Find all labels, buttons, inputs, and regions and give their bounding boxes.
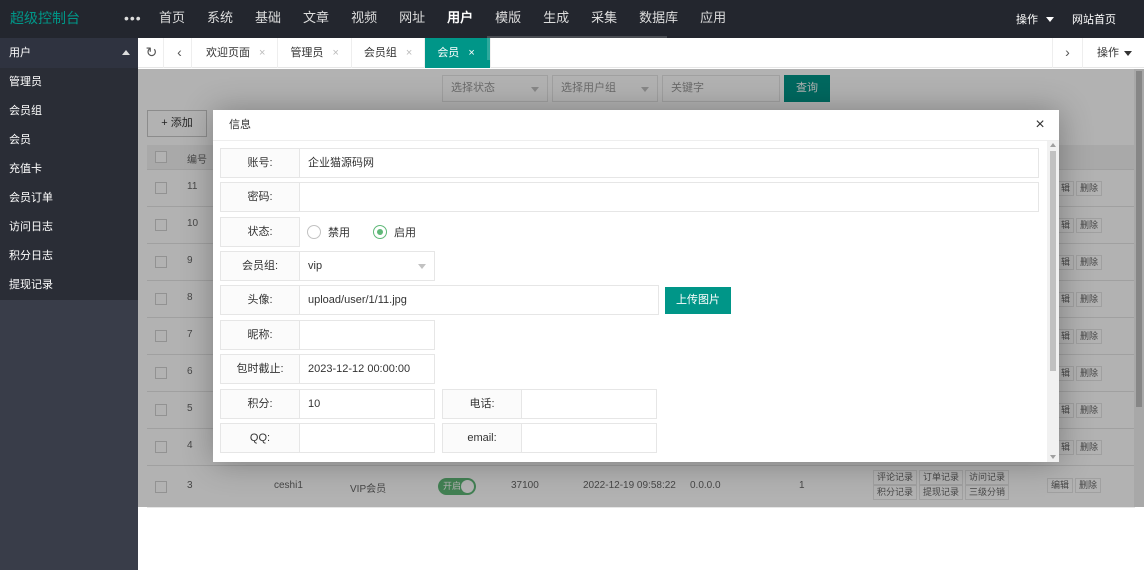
qq-input[interactable]	[299, 423, 435, 453]
tab-close-icon[interactable]: ×	[259, 47, 265, 59]
sidebar-section-user[interactable]: 用户	[0, 38, 138, 68]
scroll-up-icon[interactable]	[1050, 143, 1056, 147]
topnav-item-user[interactable]: 用户	[436, 0, 484, 38]
tab-label: 会员	[437, 47, 460, 59]
caret-down-icon	[418, 264, 426, 269]
site-home-link[interactable]: 网站首页	[1072, 11, 1144, 27]
expire-label: 包时截止:	[220, 354, 300, 384]
sidebar-item-member-order[interactable]: 会员订单	[0, 184, 138, 213]
password-input[interactable]	[299, 182, 1039, 212]
sidebar-item-member[interactable]: 会员	[0, 126, 138, 155]
tab-prev-icon[interactable]: ‹	[168, 38, 192, 68]
tab-label: 管理员	[290, 47, 324, 59]
sidebar-item-member-group[interactable]: 会员组	[0, 97, 138, 126]
topnav-item-generate[interactable]: 生成	[532, 0, 580, 38]
nickname-input[interactable]	[299, 320, 435, 350]
operations-label: 操作	[1016, 14, 1038, 26]
sidebar: 用户 管理员 会员组 会员 充值卡 会员订单 访问日志 积分日志 提现记录	[0, 38, 138, 570]
top-nav: 首页 系统 基础 文章 视频 网址 用户 模版 生成 采集 数据库 应用	[148, 0, 737, 38]
group-select[interactable]: vip	[299, 251, 435, 281]
radio-label: 禁用	[328, 227, 350, 239]
sidebar-item-visit-log[interactable]: 访问日志	[0, 213, 138, 242]
operations-menu[interactable]: 操作	[1016, 11, 1072, 27]
topnav-item-article[interactable]: 文章	[292, 0, 340, 38]
top-right: 操作 网站首页	[1016, 0, 1144, 38]
upload-image-button[interactable]: 上传图片	[665, 287, 731, 314]
group-select-value: vip	[308, 260, 323, 272]
radio-label: 启用	[394, 227, 416, 239]
radio-circle-checked	[373, 225, 387, 239]
fullscreen-toast: ↖ 517 ⊙ 1.2 Z 全屏提示	[487, 36, 667, 60]
phone-label: 电话:	[442, 389, 522, 419]
qq-label: QQ:	[220, 423, 300, 453]
app-logo[interactable]: 超级控制台	[10, 0, 80, 36]
caret-down-icon	[1046, 16, 1054, 22]
status-label: 状态:	[220, 217, 300, 247]
password-label: 密码:	[220, 182, 300, 212]
topnav-item-home[interactable]: 首页	[148, 0, 196, 38]
expire-input[interactable]: 2023-12-12 00:00:00	[299, 354, 435, 384]
sidebar-item-points-log[interactable]: 积分日志	[0, 242, 138, 271]
topnav-item-template[interactable]: 模版	[484, 0, 532, 38]
sidebar-section-label: 用户	[9, 47, 31, 59]
radio-circle	[307, 225, 321, 239]
topnav-item-basic[interactable]: 基础	[244, 0, 292, 38]
tab-admin[interactable]: 管理员 ×	[278, 38, 352, 68]
nickname-label: 昵称:	[220, 320, 300, 350]
tab-close-icon[interactable]: ×	[468, 47, 474, 59]
avatar-input[interactable]: upload/user/1/11.jpg	[299, 285, 659, 315]
avatar-label: 头像:	[220, 285, 300, 315]
group-label: 会员组:	[220, 251, 300, 281]
tab-label: 欢迎页面	[206, 47, 250, 59]
tab-close-icon[interactable]: ×	[406, 47, 412, 59]
tab-member[interactable]: 会员 ×	[425, 38, 492, 68]
tab-next-icon[interactable]: ›	[1052, 38, 1082, 68]
tab-member-group[interactable]: 会员组 ×	[352, 38, 426, 68]
dialog-title: 信息	[213, 110, 1059, 141]
tab-operations-label: 操作	[1097, 47, 1119, 59]
refresh-icon[interactable]: ↻	[140, 38, 164, 68]
dialog-scrollbar-thumb[interactable]	[1050, 151, 1056, 371]
email-label: email:	[442, 423, 522, 453]
sidebar-item-withdraw[interactable]: 提现记录	[0, 271, 138, 300]
points-label: 积分:	[220, 389, 300, 419]
topnav-item-url[interactable]: 网址	[388, 0, 436, 38]
dialog-body: 账号: 企业猫源码网 密码: 状态: 禁用 启用 会员组: vip 头像: up…	[213, 141, 1059, 462]
caret-up-icon	[122, 50, 130, 55]
topnav-item-database[interactable]: 数据库	[628, 0, 689, 38]
tabbar-right: › 操作	[1052, 38, 1144, 68]
account-input[interactable]: 企业猫源码网	[299, 148, 1039, 178]
account-label: 账号:	[220, 148, 300, 178]
top-bar: 超级控制台 ••• 首页 系统 基础 文章 视频 网址 用户 模版 生成 采集 …	[0, 0, 1144, 38]
email-input[interactable]	[521, 423, 657, 453]
tab-list: 欢迎页面 × 管理员 × 会员组 × 会员 ×	[194, 38, 492, 68]
topnav-item-video[interactable]: 视频	[340, 0, 388, 38]
status-radio-disabled[interactable]: 禁用	[307, 217, 350, 247]
status-radio-enabled[interactable]: 启用	[373, 217, 416, 247]
close-icon[interactable]: ×	[1033, 117, 1047, 133]
topnav-item-system[interactable]: 系统	[196, 0, 244, 38]
points-input[interactable]: 10	[299, 389, 435, 419]
phone-input[interactable]	[521, 389, 657, 419]
member-edit-dialog: 信息 × 账号: 企业猫源码网 密码: 状态: 禁用 启用 会员组: vip 头…	[213, 110, 1059, 462]
sidebar-list: 管理员 会员组 会员 充值卡 会员订单 访问日志 积分日志 提现记录	[0, 68, 138, 300]
caret-down-icon	[1124, 50, 1132, 56]
tab-operations-menu[interactable]: 操作	[1082, 38, 1144, 68]
tab-welcome[interactable]: 欢迎页面 ×	[194, 38, 279, 68]
tab-label: 会员组	[363, 47, 397, 59]
topnav-item-collect[interactable]: 采集	[580, 0, 628, 38]
tab-close-icon[interactable]: ×	[332, 47, 338, 59]
sidebar-item-admin[interactable]: 管理员	[0, 68, 138, 97]
topnav-item-apps[interactable]: 应用	[689, 0, 737, 38]
dialog-scrollbar[interactable]	[1047, 141, 1059, 462]
sidebar-item-recharge-card[interactable]: 充值卡	[0, 155, 138, 184]
more-menu-icon[interactable]: •••	[124, 0, 142, 36]
scroll-down-icon[interactable]	[1050, 455, 1056, 459]
